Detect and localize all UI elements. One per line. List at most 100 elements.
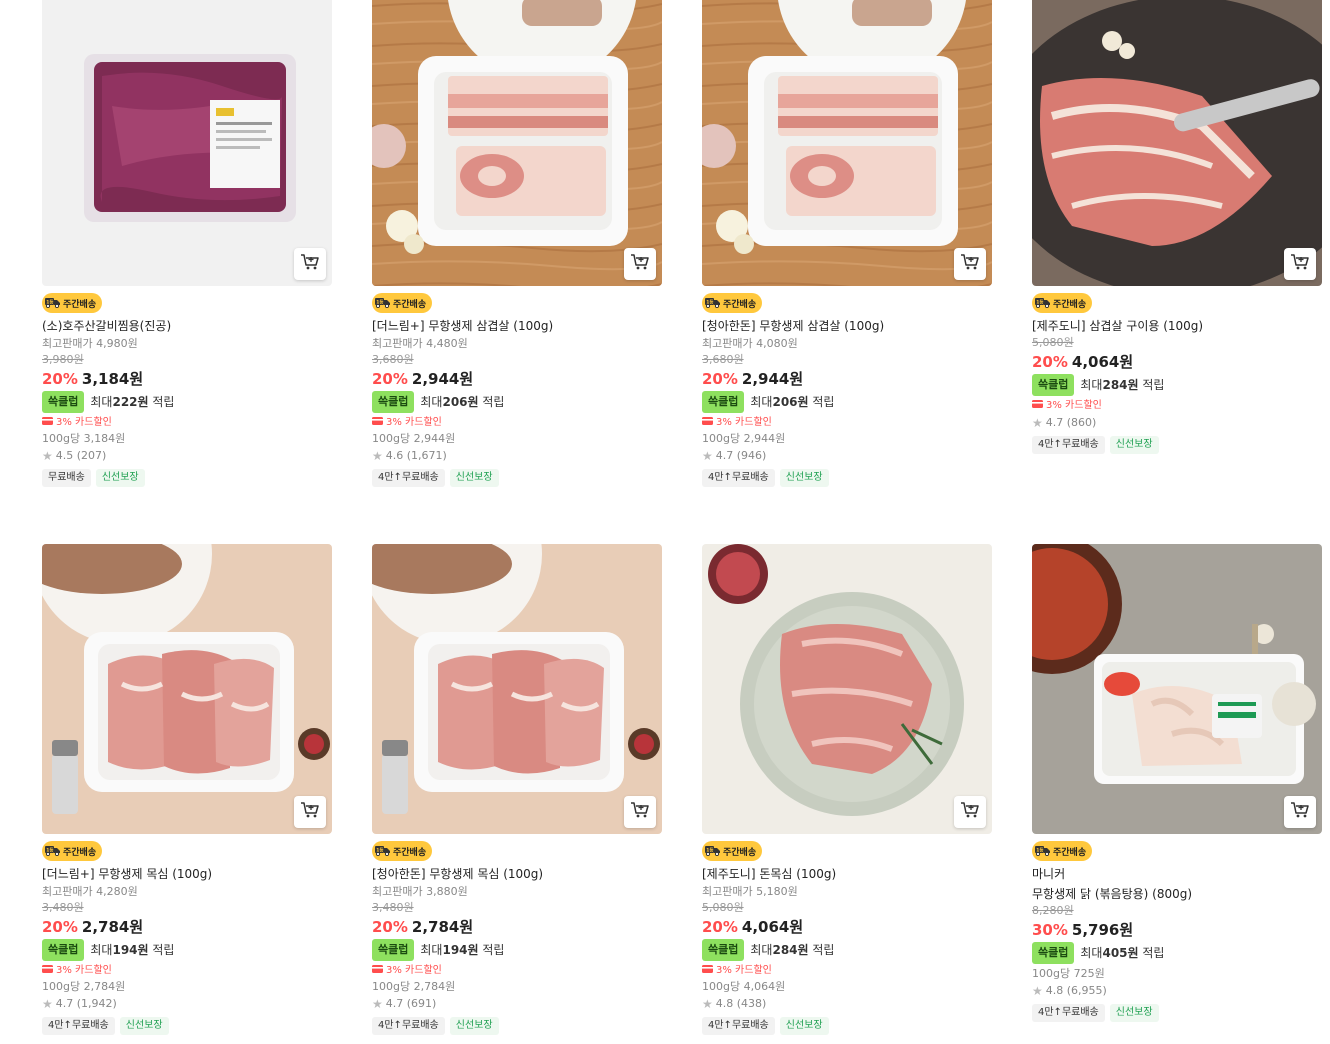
club-amount: 206원	[442, 395, 479, 409]
card-discount: 3% 카드할인	[702, 416, 992, 429]
unit-price: 100g당 2,944원	[702, 432, 786, 445]
sale-price: 2,784원	[81, 918, 144, 936]
product-title[interactable]: [제주도니] 삼겹살 구이용 (100g)	[1032, 319, 1322, 333]
tag: 4만↑무료배송	[1032, 436, 1105, 454]
product-card[interactable]: 1등 주간배송 [더느림+] 무항생제 목심 (100g) 최고판매가 4,280원 3…	[42, 544, 332, 1035]
svg-text:1등: 1등	[1036, 299, 1043, 306]
club-amount: 284원	[1102, 378, 1139, 392]
product-image[interactable]	[42, 544, 332, 834]
max-price: 최고판매가 4,480원	[372, 337, 468, 350]
original-price: 5,080원	[1032, 336, 1074, 349]
add-to-cart-button[interactable]	[954, 248, 986, 280]
add-to-cart-button[interactable]	[1284, 248, 1316, 280]
truck-icon: 1등	[704, 843, 723, 859]
price-row: 20% 4,064원	[1032, 353, 1322, 371]
svg-text:1등: 1등	[706, 299, 713, 306]
add-to-cart-button[interactable]	[954, 796, 986, 828]
truck-icon: 1등	[44, 295, 63, 311]
club-amount: 405원	[1102, 946, 1139, 960]
tag-list: 4만↑무료배송 신선보장	[1032, 1004, 1322, 1022]
product-title[interactable]: (소)호주산갈비찜용(진공)	[42, 319, 332, 333]
price-row: 20% 3,184원	[42, 370, 332, 388]
weekly-delivery-badge: 1등 주간배송	[1032, 293, 1093, 313]
product-card[interactable]: 1등 주간배송 [제주도니] 삼겹살 구이용 (100g) 5,080원 20% 4,06…	[1032, 0, 1322, 454]
product-brand[interactable]: 마니커	[1032, 867, 1322, 881]
sale-price: 2,944원	[741, 370, 804, 388]
star-icon: ★	[702, 997, 713, 1011]
discount-rate: 30%	[1032, 921, 1068, 939]
price-row: 20% 2,944원	[372, 370, 662, 388]
truck-icon: 1등	[1034, 843, 1053, 859]
rating: ★ 4.8 (438)	[702, 997, 767, 1011]
tag: 신선보장	[95, 469, 145, 487]
club-badge: 쓱클럽	[372, 939, 415, 961]
tag: 신선보장	[1109, 1004, 1159, 1022]
weekly-delivery-badge: 1등 주간배송	[702, 293, 763, 313]
product-card[interactable]: 1등 주간배송 (소)호주산갈비찜용(진공) 최고판매가 4,980원 3,980원 20…	[42, 0, 332, 487]
card-icon	[42, 964, 56, 977]
rating: ★ 4.7 (691)	[372, 997, 437, 1011]
product-card[interactable]: 1등 주간배송 [더느림+] 무항생제 삼겹살 (100g) 최고판매가 4,480원…	[372, 0, 662, 487]
add-to-cart-button[interactable]	[294, 248, 326, 280]
product-image[interactable]	[702, 0, 992, 286]
club-amount: 222원	[112, 395, 149, 409]
product-image[interactable]	[702, 544, 992, 834]
product-image[interactable]	[372, 544, 662, 834]
discount-rate: 20%	[1032, 353, 1068, 371]
weekly-delivery-badge: 1등 주간배송	[1032, 841, 1093, 861]
original-price: 3,680원	[702, 353, 744, 366]
product-title[interactable]: [청아한돈] 무항생제 삼겹살 (100g)	[702, 319, 992, 333]
cart-icon	[300, 801, 320, 823]
club-reward: 쓱클럽 최대194원 적립	[372, 939, 662, 961]
max-price: 최고판매가 4,080원	[702, 337, 798, 350]
product-grid: 1등 주간배송 (소)호주산갈비찜용(진공) 최고판매가 4,980원 3,980원 20…	[0, 0, 1330, 1044]
card-discount: 3% 카드할인	[1032, 399, 1322, 412]
product-title[interactable]: [더느림+] 무항생제 삼겹살 (100g)	[372, 319, 662, 333]
unit-price: 100g당 3,184원	[42, 432, 126, 445]
original-price: 3,980원	[42, 353, 84, 366]
tag: 신선보장	[449, 1017, 499, 1035]
club-amount: 284원	[772, 943, 809, 957]
max-price: 최고판매가 3,880원	[372, 885, 468, 898]
product-title[interactable]: [제주도니] 돈목심 (100g)	[702, 867, 992, 881]
unit-price: 100g당 4,064원	[702, 980, 786, 993]
price-row: 20% 2,944원	[702, 370, 992, 388]
rating: ★ 4.7 (946)	[702, 449, 767, 463]
product-image[interactable]	[1032, 544, 1322, 834]
truck-icon: 1등	[374, 295, 393, 311]
product-image[interactable]	[372, 0, 662, 286]
price-row: 20% 2,784원	[42, 918, 332, 936]
add-to-cart-button[interactable]	[624, 796, 656, 828]
tag: 4만↑무료배송	[702, 1017, 775, 1035]
card-icon	[702, 416, 716, 429]
product-image[interactable]	[42, 0, 332, 286]
weekly-delivery-badge: 1등 주간배송	[42, 293, 103, 313]
product-title[interactable]: [청아한돈] 무항생제 목심 (100g)	[372, 867, 662, 881]
discount-rate: 20%	[42, 918, 78, 936]
card-icon	[372, 416, 386, 429]
price-row: 30% 5,796원	[1032, 921, 1322, 939]
add-to-cart-button[interactable]	[1284, 796, 1316, 828]
card-icon	[702, 964, 716, 977]
product-image[interactable]	[1032, 0, 1322, 286]
tag: 신선보장	[779, 469, 829, 487]
product-title[interactable]: [더느림+] 무항생제 목심 (100g)	[42, 867, 332, 881]
product-card[interactable]: 1등 주간배송 [제주도니] 돈목심 (100g) 최고판매가 5,180원 5,080…	[702, 544, 992, 1035]
add-to-cart-button[interactable]	[294, 796, 326, 828]
product-card[interactable]: 1등 주간배송 마니커 무항생제 닭 (볶음탕용) (800g) 8,280원 30% 5,…	[1032, 544, 1322, 1022]
weekly-delivery-badge: 1등 주간배송	[42, 841, 103, 861]
club-badge: 쓱클럽	[1032, 942, 1075, 964]
unit-price: 100g당 2,784원	[42, 980, 126, 993]
product-card[interactable]: 1등 주간배송 [청아한돈] 무항생제 삼겹살 (100g) 최고판매가 4,080원…	[702, 0, 992, 487]
club-reward: 쓱클럽 최대194원 적립	[42, 939, 332, 961]
unit-price: 100g당 2,944원	[372, 432, 456, 445]
add-to-cart-button[interactable]	[624, 248, 656, 280]
tag: 4만↑무료배송	[372, 469, 445, 487]
tag: 신선보장	[779, 1017, 829, 1035]
club-badge: 쓱클럽	[702, 391, 745, 413]
product-title[interactable]: 무항생제 닭 (볶음탕용) (800g)	[1032, 887, 1322, 901]
club-badge: 쓱클럽	[702, 939, 745, 961]
original-price: 3,480원	[42, 901, 84, 914]
cart-icon	[960, 253, 980, 275]
product-card[interactable]: 1등 주간배송 [청아한돈] 무항생제 목심 (100g) 최고판매가 3,880원 3…	[372, 544, 662, 1035]
